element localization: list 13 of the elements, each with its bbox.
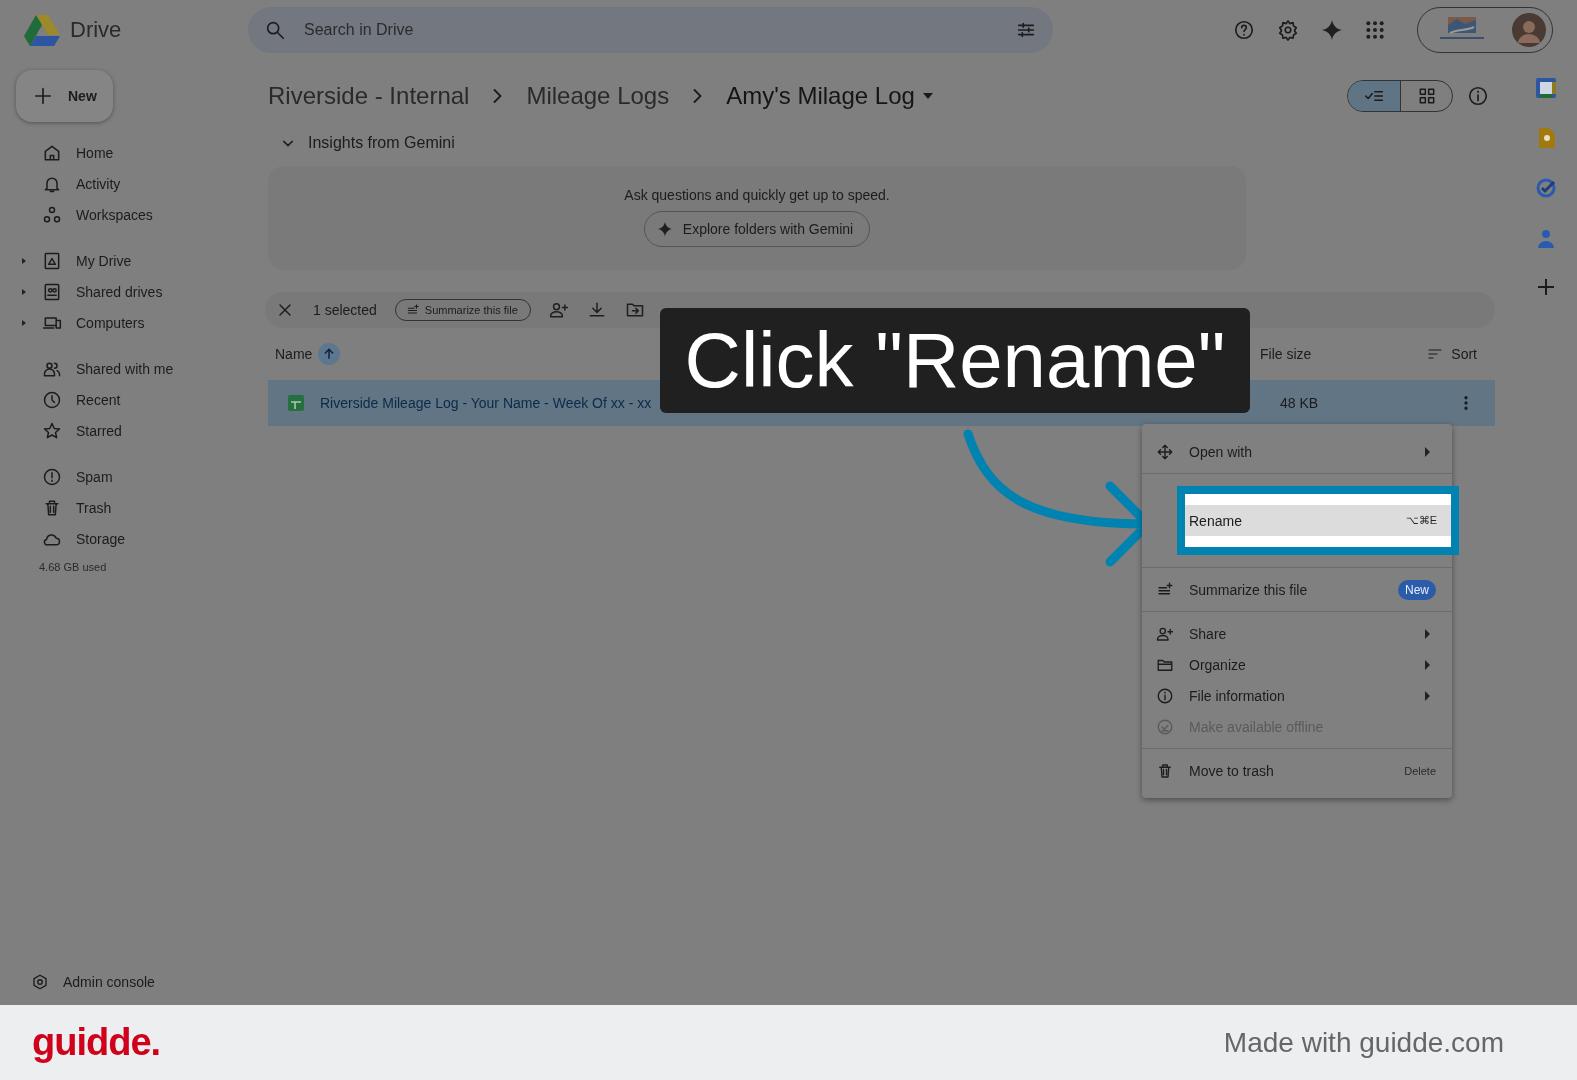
shortcut: Delete	[1404, 764, 1436, 777]
section-title: Insights from Gemini	[308, 134, 455, 152]
gemini-prompt: Ask questions and quickly get up to speed.	[624, 187, 890, 203]
shortcut: ⌥⌘E	[1405, 514, 1437, 527]
new-badge: New	[1398, 579, 1436, 600]
credit-text: Made with guidde.com	[1223, 1026, 1504, 1059]
brand-logo: guidde.	[32, 1021, 161, 1064]
selection-count: 1 selected	[313, 302, 377, 318]
file-size: 48 KB	[1280, 395, 1319, 411]
app-name: Drive	[70, 17, 122, 43]
file-name: Riverside Mileage Log - Your Name - Week Of xx - xx	[320, 395, 652, 411]
caption: Click "Rename"	[660, 308, 1250, 413]
storage-usage: 4.68 GB used	[38, 561, 108, 573]
